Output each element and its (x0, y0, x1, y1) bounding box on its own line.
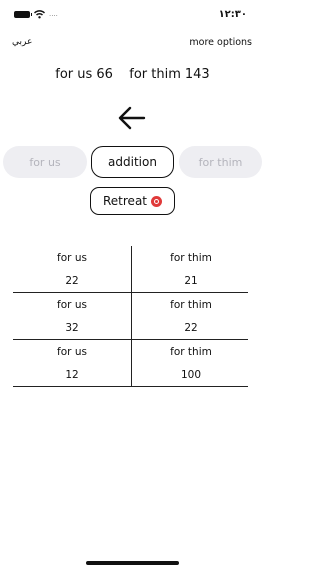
score-summary: for us 66 for thim 143 (0, 67, 265, 82)
us-column-label: for us (57, 346, 87, 358)
thim-column-label: for thim (170, 252, 212, 264)
us-score-cell: 12 (65, 369, 79, 381)
status-time: ١٢:٣٠ (218, 9, 247, 20)
home-indicator[interactable] (86, 561, 179, 565)
table-row: for us for thim 32 22 (13, 293, 248, 340)
us-column-label: for us (57, 252, 87, 264)
status-icons: .... (14, 10, 58, 19)
retreat-label: Retreat (103, 194, 147, 208)
for-thim-button[interactable]: for thim (179, 146, 262, 178)
top-bar: عربي more options (0, 37, 265, 51)
more-options-button[interactable]: more options (189, 37, 252, 48)
remove-circle-icon (151, 195, 162, 207)
addition-button[interactable]: addition (91, 146, 174, 178)
wifi-icon (34, 10, 45, 19)
us-column-label: for us (57, 299, 87, 311)
thim-score-cell: 21 (184, 275, 198, 287)
retreat-button[interactable]: Retreat (90, 187, 175, 215)
battery-icon (14, 11, 32, 18)
table-row: for us for thim 12 100 (13, 340, 248, 387)
thim-column-label: for thim (170, 346, 212, 358)
us-label: for us (55, 67, 93, 82)
status-bar: .... ١٢:٣٠ (0, 9, 265, 23)
us-score-cell: 22 (65, 275, 79, 287)
signal-indicator: .... (49, 10, 58, 18)
table-row: for us for thim 22 21 (13, 246, 248, 293)
for-us-button[interactable]: for us (3, 146, 87, 178)
thim-label: for thim (129, 67, 181, 82)
thim-score-cell: 22 (184, 322, 198, 334)
us-score-cell: 32 (65, 322, 79, 334)
thim-score-cell: 100 (180, 369, 202, 381)
arrow-left-icon[interactable] (117, 105, 147, 131)
us-total: 66 (96, 67, 113, 82)
thim-total: 143 (184, 67, 210, 82)
score-table: for us for thim 22 21 for us for thim 32… (13, 246, 248, 387)
thim-column-label: for thim (170, 299, 212, 311)
language-toggle[interactable]: عربي (12, 37, 32, 47)
